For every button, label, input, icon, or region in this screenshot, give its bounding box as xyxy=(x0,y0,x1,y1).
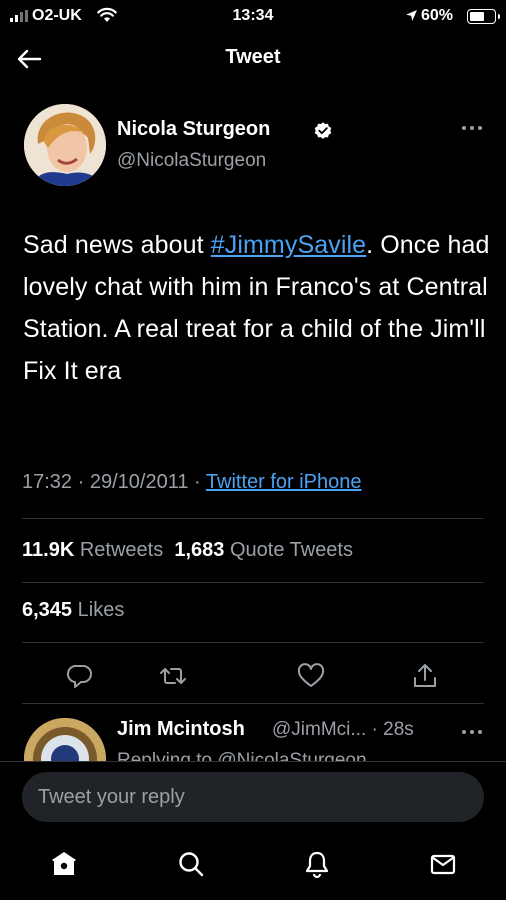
likes-count: 6,345 xyxy=(22,599,73,621)
hashtag-link[interactable]: #JimmySavile xyxy=(211,231,366,259)
tweet-text: Sad news about #JimmySavile. Once had lo… xyxy=(23,224,491,392)
page-title: Tweet xyxy=(225,46,281,68)
divider xyxy=(22,703,484,704)
status-bar: O2-UK 13:34 60% xyxy=(0,0,506,38)
author-name[interactable]: Nicola Sturgeon xyxy=(117,118,270,141)
tweet-source-link[interactable]: Twitter for iPhone xyxy=(206,471,362,493)
likes-stat[interactable]: 6,345 Likes xyxy=(22,599,124,622)
mail-icon[interactable] xyxy=(428,849,458,879)
heart-icon[interactable] xyxy=(296,661,326,691)
verified-badge-icon xyxy=(314,122,332,139)
divider xyxy=(22,518,484,519)
reply-time: 28s xyxy=(383,719,414,740)
divider xyxy=(22,582,484,583)
divider xyxy=(22,642,484,643)
more-icon[interactable] xyxy=(459,120,485,136)
reply-input[interactable] xyxy=(22,772,484,822)
reply-more-icon[interactable] xyxy=(459,724,485,740)
tweet-text-start: Sad news about xyxy=(23,231,211,259)
retweet-icon[interactable] xyxy=(158,661,188,691)
location-arrow-icon xyxy=(406,10,417,21)
tweet-meta: 17:32 · 29/10/2011 · Twitter for iPhone xyxy=(22,471,362,493)
battery-percentage: 60% xyxy=(421,7,454,24)
reply-author-handle[interactable]: @JimMci... xyxy=(272,719,366,740)
reply-icon[interactable] xyxy=(65,661,95,691)
divider xyxy=(0,761,506,762)
tweet-time: 17:32 xyxy=(22,471,73,493)
tweet-date: 29/10/2011 xyxy=(89,471,189,493)
quote-tweets-count: 1,683 xyxy=(174,539,225,561)
home-icon[interactable] xyxy=(49,849,79,879)
bell-icon[interactable] xyxy=(302,849,332,879)
likes-label: Likes xyxy=(77,599,125,621)
tweet-stats-row: 11.9K Retweets 1,683 Quote Tweets xyxy=(22,539,353,562)
share-icon[interactable] xyxy=(410,661,440,691)
quote-tweets-stat[interactable]: 1,683 Quote Tweets xyxy=(174,539,353,561)
retweets-stat[interactable]: 11.9K Retweets xyxy=(22,539,163,561)
quote-tweets-label: Quote Tweets xyxy=(229,539,353,561)
reply-author-meta: @JimMci... · 28s xyxy=(272,719,414,740)
battery-icon xyxy=(467,9,500,24)
reply-author-name[interactable]: Jim Mcintosh xyxy=(117,718,245,741)
author-avatar[interactable] xyxy=(24,104,106,186)
retweets-label: Retweets xyxy=(79,539,164,561)
author-handle[interactable]: @NicolaSturgeon xyxy=(117,150,266,172)
search-icon[interactable] xyxy=(176,849,206,879)
retweets-count: 11.9K xyxy=(22,539,75,561)
